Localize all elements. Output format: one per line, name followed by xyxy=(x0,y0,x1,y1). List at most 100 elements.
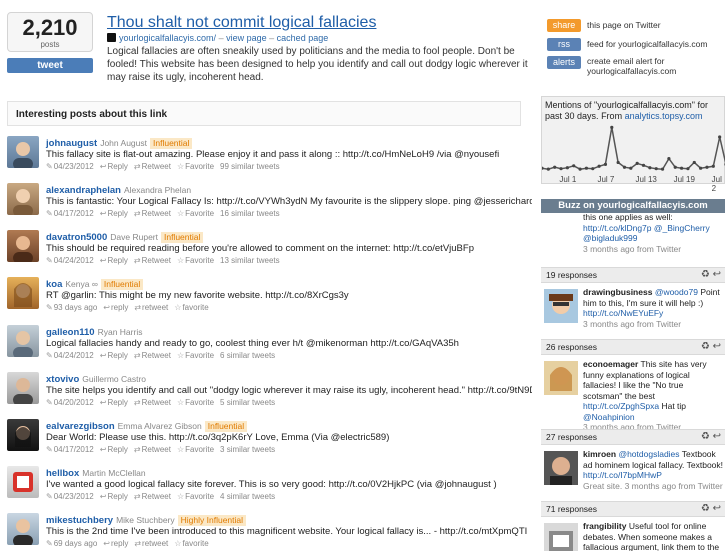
page-title[interactable]: Thou shalt not commit logical fallacies xyxy=(107,14,376,32)
share-button[interactable]: share xyxy=(547,18,581,32)
similar-tweets-link[interactable]: 13 similar tweets xyxy=(220,256,280,265)
post-handle[interactable]: ealvarezgibson xyxy=(46,421,115,432)
similar-tweets-link[interactable]: 6 similar tweets xyxy=(220,351,275,360)
buzz-time[interactable]: Great site. 3 months ago from Twitter xyxy=(583,481,723,491)
buzz-avatar[interactable] xyxy=(544,451,578,485)
cached-page-link[interactable]: cached page xyxy=(277,33,329,43)
post-date[interactable]: 93 days ago xyxy=(54,303,98,312)
favorite-link[interactable]: Favorite xyxy=(185,162,214,171)
avatar[interactable] xyxy=(7,325,39,357)
buzz-link[interactable]: http://t.co/I7bpMHwP xyxy=(583,470,662,480)
buzz-link[interactable]: http://t.co/ZpghSpxa xyxy=(583,401,659,411)
buzz-responses-bar[interactable]: 71 responses ♻ ↩ xyxy=(541,501,725,517)
retweet-link[interactable]: retweet xyxy=(142,303,168,312)
buzz-mention-link[interactable]: @woodo79 xyxy=(655,287,698,297)
responses-count[interactable]: 71 responses xyxy=(546,504,597,514)
avatar[interactable] xyxy=(7,277,39,309)
retweet-link[interactable]: Retweet xyxy=(142,256,171,265)
reply-link[interactable]: Reply xyxy=(107,398,127,407)
view-page-link[interactable]: view page xyxy=(226,33,267,43)
post-handle[interactable]: mikestuchbery xyxy=(46,515,113,526)
site-url-link[interactable]: yourlogicalfallacyis.com/ xyxy=(119,33,216,43)
buzz-avatar[interactable] xyxy=(544,289,578,323)
post-date[interactable]: 04/20/2012 xyxy=(54,398,94,407)
avatar[interactable] xyxy=(7,419,39,451)
reply-link[interactable]: Reply xyxy=(107,492,127,501)
buzz-link[interactable]: http://t.co/NwEYuEFy xyxy=(583,308,663,318)
buzz-link[interactable]: http://t.co/klDng7p xyxy=(583,223,652,233)
post-date[interactable]: 04/17/2012 xyxy=(54,445,94,454)
retweet-reply-icons[interactable]: ♻ ↩ xyxy=(701,430,721,444)
retweet-link[interactable]: Retweet xyxy=(142,398,171,407)
favorite-link[interactable]: Favorite xyxy=(185,445,214,454)
similar-tweets-link[interactable]: 4 similar tweets xyxy=(220,492,275,501)
alerts-button[interactable]: alerts xyxy=(547,56,581,69)
buzz-user[interactable]: drawingbusiness xyxy=(583,287,652,297)
reply-link[interactable]: Reply xyxy=(107,162,127,171)
buzz-avatar[interactable] xyxy=(544,361,578,395)
avatar[interactable] xyxy=(7,466,39,498)
retweet-link[interactable]: Retweet xyxy=(142,209,171,218)
retweet-reply-icons[interactable]: ♻ ↩ xyxy=(701,268,721,282)
buzz-responses-bar[interactable]: 27 responses ♻ ↩ xyxy=(541,429,725,445)
responses-count[interactable]: 26 responses xyxy=(546,342,597,352)
retweet-reply-icons[interactable]: ♻ ↩ xyxy=(701,502,721,516)
buzz-responses-bar[interactable]: 19 responses ♻ ↩ xyxy=(541,267,725,283)
post-handle[interactable]: davatron5000 xyxy=(46,232,107,243)
buzz-avatar[interactable] xyxy=(544,523,578,551)
retweet-link[interactable]: Retweet xyxy=(142,351,171,360)
post-date[interactable]: 04/24/2012 xyxy=(54,351,94,360)
similar-tweets-link[interactable]: 3 similar tweets xyxy=(220,445,275,454)
favorite-link[interactable]: Favorite xyxy=(185,398,214,407)
favorite-link[interactable]: favorite xyxy=(182,303,208,312)
post-handle[interactable]: johnaugust xyxy=(46,138,97,149)
buzz-responses-bar[interactable]: 26 responses ♻ ↩ xyxy=(541,339,725,355)
buzz-time[interactable]: 3 months ago from Twitter xyxy=(583,319,681,329)
post-handle[interactable]: xtovivo xyxy=(46,374,79,385)
avatar[interactable] xyxy=(7,183,39,215)
responses-count[interactable]: 19 responses xyxy=(546,270,597,280)
retweet-reply-icons[interactable]: ♻ ↩ xyxy=(701,340,721,354)
favorite-link[interactable]: favorite xyxy=(182,539,208,548)
favorite-link[interactable]: Favorite xyxy=(185,351,214,360)
post-handle[interactable]: koa xyxy=(46,279,62,290)
reply-link[interactable]: Reply xyxy=(107,445,127,454)
post-date[interactable]: 04/17/2012 xyxy=(54,209,94,218)
retweet-link[interactable]: retweet xyxy=(142,539,168,548)
buzz-time[interactable]: 3 months ago from Twitter xyxy=(583,244,681,254)
avatar[interactable] xyxy=(7,513,39,545)
reply-link[interactable]: Reply xyxy=(107,209,127,218)
post-date[interactable]: 04/24/2012 xyxy=(54,256,94,265)
reply-link[interactable]: Reply xyxy=(107,351,127,360)
post-handle[interactable]: alexandraphelan xyxy=(46,185,121,196)
similar-tweets-link[interactable]: 5 similar tweets xyxy=(220,398,275,407)
mentions-source-link[interactable]: analytics.topsy.com xyxy=(625,111,703,121)
retweet-link[interactable]: Retweet xyxy=(142,492,171,501)
buzz-mention-link[interactable]: @hotdogsladies xyxy=(618,449,679,459)
post-handle[interactable]: galleon110 xyxy=(46,327,95,338)
responses-count[interactable]: 27 responses xyxy=(546,432,597,442)
retweet-link[interactable]: Retweet xyxy=(142,445,171,454)
buzz-user[interactable]: kimroen xyxy=(583,449,616,459)
buzz-mention-link[interactable]: @Noahpinion xyxy=(583,412,635,422)
reply-link[interactable]: reply xyxy=(111,539,128,548)
avatar[interactable] xyxy=(7,136,39,168)
retweet-link[interactable]: Retweet xyxy=(142,162,171,171)
reply-link[interactable]: reply xyxy=(111,303,128,312)
post-date[interactable]: 69 days ago xyxy=(54,539,98,548)
favorite-link[interactable]: Favorite xyxy=(185,209,214,218)
similar-tweets-link[interactable]: 99 similar tweets xyxy=(220,162,280,171)
buzz-user[interactable]: econoemager xyxy=(583,359,638,369)
rss-button[interactable]: rss xyxy=(547,37,581,51)
similar-tweets-link[interactable]: 16 similar tweets xyxy=(220,209,280,218)
tweet-button[interactable]: tweet xyxy=(7,58,93,73)
avatar[interactable] xyxy=(7,230,39,262)
post-date[interactable]: 04/23/2012 xyxy=(54,492,94,501)
favorite-link[interactable]: Favorite xyxy=(185,256,214,265)
post-handle[interactable]: hellbox xyxy=(46,468,79,479)
favorite-link[interactable]: Favorite xyxy=(185,492,214,501)
avatar[interactable] xyxy=(7,372,39,404)
buzz-user[interactable]: frangibility xyxy=(583,521,626,531)
reply-link[interactable]: Reply xyxy=(107,256,127,265)
post-date[interactable]: 04/23/2012 xyxy=(54,162,94,171)
